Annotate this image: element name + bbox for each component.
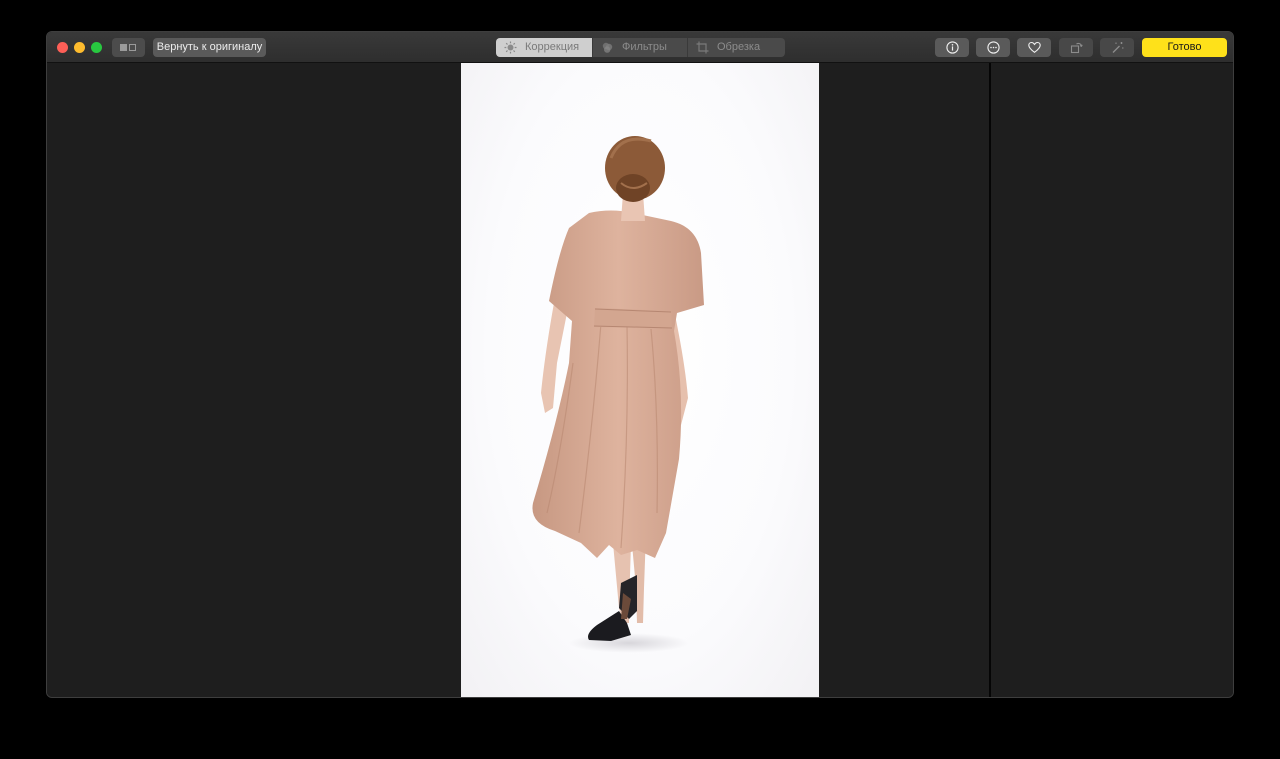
tab-adjust-label: Коррекция bbox=[525, 41, 580, 53]
minimize-button[interactable] bbox=[74, 42, 85, 53]
split-view-button[interactable] bbox=[112, 38, 145, 57]
magic-wand-icon bbox=[1112, 42, 1124, 53]
split-view-icon bbox=[120, 44, 127, 51]
photo-woman-walking bbox=[532, 136, 704, 653]
tab-filters[interactable]: Фильтры bbox=[592, 38, 687, 57]
favorite-button[interactable] bbox=[1017, 38, 1051, 57]
photos-edit-window: Вернуть к оригиналу Коррекция Фильтры Об… bbox=[46, 31, 1234, 698]
adjust-icon bbox=[504, 41, 517, 54]
info-icon bbox=[946, 41, 959, 54]
tab-crop[interactable]: Обрезка bbox=[687, 38, 785, 57]
edit-mode-tabs: Коррекция Фильтры Обрезка bbox=[496, 38, 785, 57]
rotate-icon bbox=[1070, 42, 1083, 54]
done-button[interactable]: Готово bbox=[1142, 38, 1227, 57]
tab-adjust[interactable]: Коррекция bbox=[496, 38, 592, 57]
crop-icon bbox=[696, 41, 709, 54]
tab-filters-label: Фильтры bbox=[622, 41, 667, 53]
heart-icon bbox=[1028, 41, 1041, 53]
zoom-button[interactable] bbox=[91, 42, 102, 53]
photo-canvas bbox=[47, 63, 989, 697]
rotate-button[interactable] bbox=[1059, 38, 1093, 57]
adjustments-side-panel bbox=[991, 63, 1233, 697]
more-options-button[interactable] bbox=[976, 38, 1010, 57]
close-button[interactable] bbox=[57, 42, 68, 53]
tab-crop-label: Обрезка bbox=[717, 41, 761, 53]
more-icon bbox=[987, 41, 1000, 54]
toolbar: Вернуть к оригиналу Коррекция Фильтры Об… bbox=[47, 32, 1233, 63]
split-view-icon-outline bbox=[129, 44, 136, 51]
info-button[interactable] bbox=[935, 38, 969, 57]
revert-to-original-button[interactable]: Вернуть к оригиналу bbox=[153, 38, 266, 57]
filters-icon bbox=[602, 42, 613, 53]
auto-enhance-button[interactable] bbox=[1100, 38, 1134, 57]
edited-photo[interactable] bbox=[461, 63, 819, 697]
